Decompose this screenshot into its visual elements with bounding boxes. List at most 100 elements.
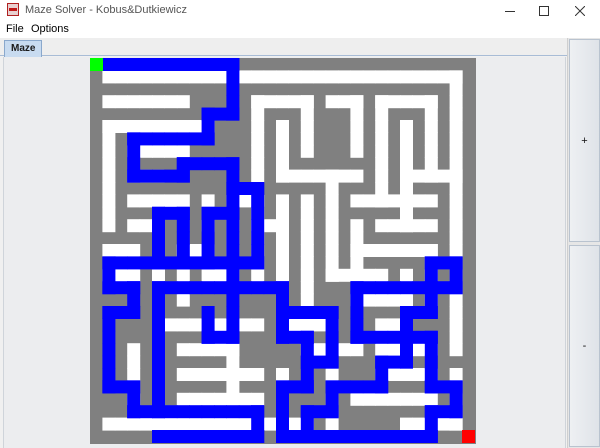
solution-path-cell <box>201 120 215 133</box>
maze-corridor <box>412 244 426 257</box>
maze-corridor <box>276 268 289 282</box>
maze-corridor <box>176 95 190 109</box>
maze-corridor <box>449 318 463 332</box>
maze-corridor <box>152 70 165 84</box>
menu-options[interactable]: Options <box>31 23 69 35</box>
solution-path-cell <box>152 306 165 319</box>
solution-path-cell <box>176 244 190 257</box>
maze-corridor <box>325 268 339 282</box>
solution-path-cell <box>226 206 240 220</box>
maze-corridor <box>251 157 265 171</box>
solution-path-cell <box>102 256 116 270</box>
maze-corridor <box>387 343 401 357</box>
solution-path-cell <box>238 405 252 419</box>
minimize-button[interactable] <box>493 0 527 22</box>
maze-canvas[interactable] <box>90 58 476 444</box>
maze-corridor <box>300 219 314 233</box>
maze-corridor <box>189 343 203 357</box>
maze-corridor <box>350 219 364 233</box>
maze-corridor <box>300 268 314 282</box>
solution-path-cell <box>152 219 165 233</box>
maze-corridor <box>350 392 364 406</box>
maze-corridor <box>288 95 302 109</box>
maze-corridor <box>400 219 413 233</box>
maze-corridor <box>387 219 401 233</box>
zoom-panel: + - <box>567 38 600 448</box>
solution-path-cell <box>152 380 165 394</box>
solution-path-cell <box>276 330 289 344</box>
maze-corridor <box>201 417 215 431</box>
solution-path-cell <box>176 206 190 220</box>
menu-file[interactable]: File <box>6 23 24 35</box>
close-button[interactable] <box>563 0 597 22</box>
solution-path-cell <box>164 169 178 183</box>
solution-path-cell <box>276 318 289 332</box>
maze-corridor <box>350 231 364 245</box>
maze-corridor <box>350 268 364 282</box>
solution-path-cell <box>189 157 203 171</box>
solution-path-cell <box>201 405 215 419</box>
solution-path-cell <box>127 58 141 71</box>
maze-corridor <box>114 95 128 109</box>
maze-corridor <box>238 392 252 406</box>
maze-corridor <box>412 392 426 406</box>
solution-path-cell <box>288 330 302 344</box>
maze-corridor <box>276 144 289 158</box>
solution-path-cell <box>201 244 215 257</box>
solution-path-cell <box>201 132 215 146</box>
maze-corridor <box>338 70 351 84</box>
maze-corridor <box>152 417 165 431</box>
maze-corridor <box>276 219 289 233</box>
solution-path-cell <box>313 306 327 319</box>
solution-path-cell <box>424 330 438 344</box>
maze-corridor <box>238 194 252 208</box>
solution-path-cell <box>300 355 314 369</box>
solution-path-cell <box>139 169 153 183</box>
solution-path-cell <box>375 368 389 381</box>
maze-corridor <box>251 318 265 332</box>
maze-corridor <box>387 95 401 109</box>
solution-path-cell <box>449 392 463 406</box>
maximize-button[interactable] <box>527 0 561 22</box>
solution-path-cell <box>238 256 252 270</box>
solution-path-cell <box>276 306 289 319</box>
maze-corridor <box>102 219 116 233</box>
maze-corridor <box>276 256 289 270</box>
solution-path-cell <box>400 318 413 332</box>
solution-path-cell <box>424 268 438 282</box>
maze-corridor <box>164 70 178 84</box>
maze-corridor <box>313 343 327 357</box>
maze-corridor <box>152 144 165 158</box>
maze-app-icon <box>7 3 19 16</box>
solution-path-cell <box>238 182 252 195</box>
solution-path-cell <box>251 244 265 257</box>
solution-path-cell <box>437 405 451 419</box>
zoom-out-button[interactable]: - <box>569 245 600 447</box>
solution-path-cell <box>127 169 141 183</box>
maze-corridor <box>288 169 302 183</box>
solution-path-cell <box>201 256 215 270</box>
maze-corridor <box>325 256 339 270</box>
zoom-in-button[interactable]: + <box>569 39 600 242</box>
solution-path-cell <box>127 380 141 394</box>
maze-corridor <box>375 194 389 208</box>
solution-path-cell <box>214 206 227 220</box>
maze-corridor <box>201 343 215 357</box>
maze-corridor <box>300 256 314 270</box>
maze-corridor <box>350 132 364 146</box>
tab-maze[interactable]: Maze <box>4 40 43 57</box>
maze-corridor <box>449 368 463 381</box>
solution-path-cell <box>288 430 302 443</box>
solution-path-cell <box>251 281 265 295</box>
solution-path-cell <box>300 380 314 394</box>
maze-corridor <box>424 392 438 406</box>
maze-corridor <box>338 268 351 282</box>
solution-path-cell <box>189 281 203 295</box>
maze-corridor <box>300 144 314 158</box>
maze-corridor <box>375 157 389 171</box>
maze-corridor <box>114 70 128 84</box>
solution-path-cell <box>139 405 153 419</box>
solution-path-cell <box>251 182 265 195</box>
title-bar: Maze Solver - Kobus&Dutkiewicz <box>0 0 600 22</box>
maze-corridor <box>176 417 190 431</box>
